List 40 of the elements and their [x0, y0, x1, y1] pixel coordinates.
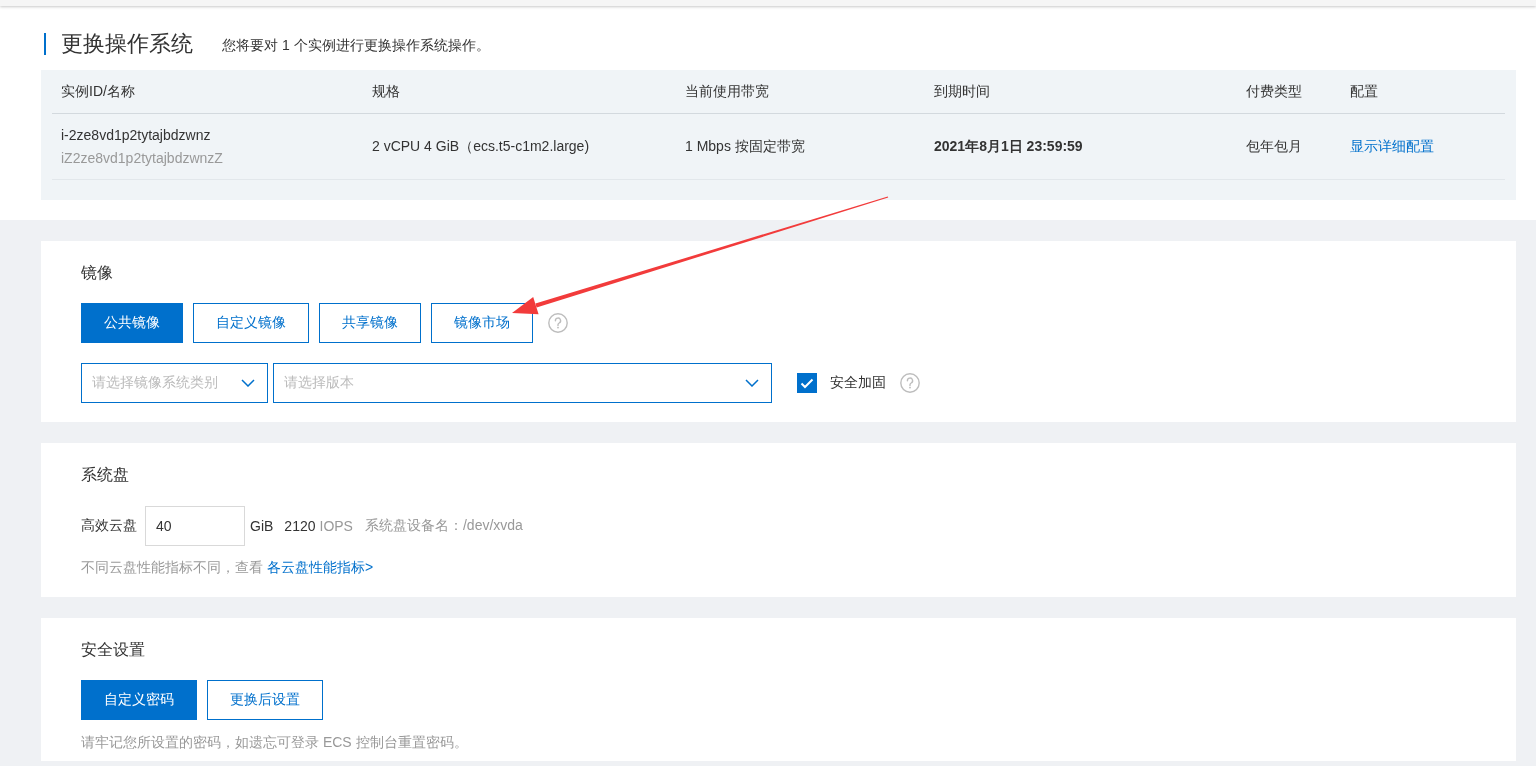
- instance-id: i-2ze8vd1p2tytajbdzwnz: [61, 125, 211, 145]
- password-note: 请牢记您所设置的密码，如遗忘可登录 ECS 控制台重置密码。: [81, 733, 468, 752]
- column-header: 实例ID/名称: [60, 82, 136, 101]
- table-cell-text: 包年包月: [1245, 137, 1303, 156]
- disk-size-input[interactable]: 40: [145, 506, 245, 546]
- instance-name: iZ2ze8vd1p2tytajbdzwnzZ: [61, 148, 223, 168]
- page-title: 更换操作系统: [61, 30, 193, 58]
- chevron-down-icon: [745, 379, 759, 387]
- option-tab[interactable]: 公共镜像: [81, 303, 183, 343]
- page-subtitle: 您将要对 1 个实例进行更换操作系统操作。: [222, 36, 490, 55]
- table-cell-text: 1 Mbps 按固定带宽: [684, 137, 806, 156]
- help-icon[interactable]: [900, 373, 920, 393]
- option-tab[interactable]: 自定义镜像: [193, 303, 309, 343]
- option-tab[interactable]: 镜像市场: [431, 303, 533, 343]
- unit-label: GiB: [250, 518, 274, 534]
- device-name-text: 系统盘设备名：/dev/xvda: [364, 517, 523, 535]
- title-accent-bar: [44, 33, 46, 55]
- option-tab[interactable]: 共享镜像: [319, 303, 421, 343]
- option-tab[interactable]: 自定义密码: [81, 680, 197, 720]
- column-header: 到期时间: [933, 82, 991, 101]
- column-header: 付费类型: [1245, 82, 1303, 101]
- checkbox[interactable]: [797, 373, 817, 393]
- table-cell-text: 2 vCPU 4 GiB（ecs.t5-c1m2.large): [371, 137, 591, 156]
- column-header: 配置: [1349, 82, 1379, 101]
- column-header: 当前使用带宽: [684, 82, 770, 101]
- section-title: 系统盘: [81, 465, 129, 485]
- column-header: 规格: [371, 82, 401, 101]
- chevron-down-icon: [241, 379, 255, 387]
- section-title: 镜像: [81, 263, 113, 283]
- table-cell-text: 2021年8月1日 23:59:59: [933, 137, 1084, 156]
- help-icon[interactable]: [548, 313, 568, 333]
- iops-value: 2120: [284, 518, 316, 534]
- option-tab[interactable]: 更换后设置: [207, 680, 323, 720]
- disk-note: 不同云盘性能指标不同，查看 各云盘性能指标>: [81, 558, 374, 577]
- disk-performance-link[interactable]: 各云盘性能指标>: [267, 559, 374, 575]
- config-link[interactable]: 显示详细配置: [1350, 137, 1434, 156]
- checkbox-label: 安全加固: [830, 374, 886, 392]
- section-title: 安全设置: [81, 640, 145, 660]
- iops-unit: IOPS: [319, 518, 353, 534]
- disk-type-label: 高效云盘: [81, 517, 137, 535]
